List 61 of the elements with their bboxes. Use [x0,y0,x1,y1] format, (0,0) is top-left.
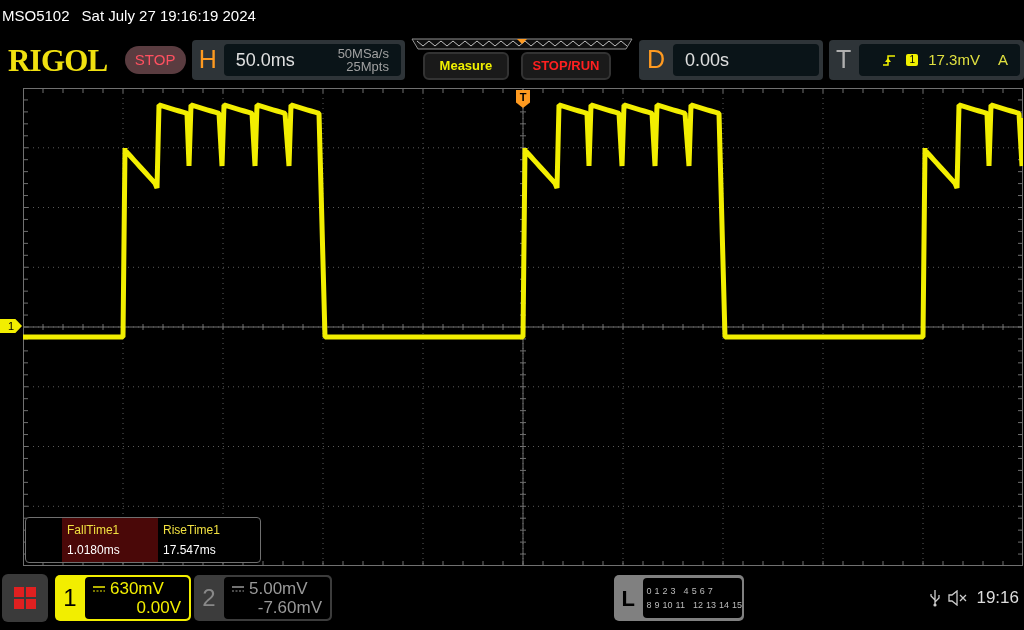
measurement-item[interactable]: RiseTime1 17.547ms [158,518,254,562]
channel-scale: 630mV [110,579,164,598]
logic-channel-number: 4 [683,585,689,598]
logic-channel-number: 9 [654,599,660,612]
measurement-value: 17.547ms [163,542,217,559]
logic-channel-number: 11 [675,599,685,612]
delay-value: 0.00s [684,48,729,72]
logic-channel-number: 15 [732,599,742,612]
measurement-value: 1.0180ms [67,542,121,559]
delay-panel[interactable]: D 0.00s [638,40,823,80]
channel-offset: 0.00V [136,598,181,617]
trigger-panel[interactable]: T 1 17.3mV A [828,40,1024,80]
logic-panel[interactable]: L 0 1 2 3 4 5 6 7 8 9 10 11 12 13 14 15 [614,575,744,621]
sample-rate: 50MSa/s [337,47,389,60]
run-state-indicator: STOP [124,46,186,74]
logic-channel-number: 6 [699,585,705,598]
channel-number: 1 [62,583,78,613]
channel-marker[interactable]: 1 [0,319,22,333]
logic-channel-number: 13 [705,599,716,612]
measure-button[interactable]: Measure [422,52,509,80]
usb-icon [930,589,941,607]
menu-button[interactable] [2,574,48,622]
logic-channel-number: 12 [692,599,703,612]
timebase-value: 50.0ms [235,48,295,72]
stop-run-button[interactable]: STOP/RUN [520,52,611,80]
horizontal-label: H [197,44,218,76]
trigger-source-badge: 1 [906,54,919,66]
grid-icon [14,587,36,609]
speaker-muted-icon [948,590,969,606]
channel-offset: -7.60mV [257,598,322,617]
logic-channel-number: 3 [670,585,676,598]
dc-coupling-icon [232,585,244,592]
logic-channel-number: 10 [662,599,673,612]
measurement-name: FallTime1 [67,522,121,539]
logic-channel-number: 2 [662,585,668,598]
channel-scale: 5.00mV [249,579,308,598]
measurement-name: RiseTime1 [163,522,221,539]
timebase-panel[interactable]: H 50.0ms 50MSa/s 25Mpts [191,40,405,80]
dc-coupling-icon [93,585,105,592]
model-name: MSO5102 [2,5,70,26]
memory-depth: 25Mpts [346,60,389,73]
trigger-mode: A [997,49,1008,70]
trigger-label: T [834,44,853,76]
logic-channel-number: 1 [654,585,660,598]
channel-number: 2 [201,583,217,613]
logic-channel-number: 7 [707,585,713,598]
trigger-marker[interactable]: T [516,90,530,108]
date-time: Sat July 27 19:16:19 2024 [81,5,256,26]
channel-panel[interactable]: 2 5.00mV -7.60mV [194,575,332,621]
trigger-level: 17.3mV [928,49,980,70]
logic-channel-number: 5 [691,585,697,598]
brand-logo: RIGOL [8,44,109,76]
logic-label: L [620,584,636,613]
measurement-item[interactable]: FallTime1 1.0180ms [62,518,158,562]
channel-panel[interactable]: 1 630mV 0.00V [55,575,191,621]
delay-label: D [645,44,666,76]
logic-channel-number: 14 [718,599,729,612]
logic-channel-number: 0 [646,585,652,598]
clock-time: 19:16 [976,587,1019,610]
rising-edge-icon [882,54,897,66]
logic-channel-number: 8 [646,599,652,612]
